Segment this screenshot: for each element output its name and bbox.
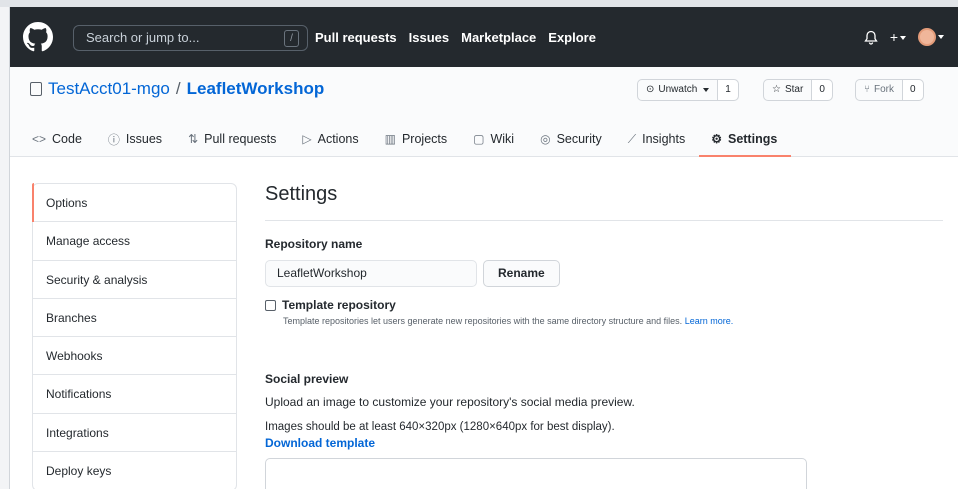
tab-security[interactable]: ◎ Security <box>540 121 614 157</box>
repository-title: TestAcct01-mgo / LeafletWorkshop <box>30 79 324 99</box>
tab-label: Insights <box>642 132 686 146</box>
template-note-text: Template repositories let users generate… <box>283 316 683 326</box>
tab-projects[interactable]: ▥ Projects <box>385 121 460 157</box>
tab-insights[interactable]: ⟋ Insights <box>628 121 698 157</box>
header-nav: Pull requests Issues Marketplace Explore <box>315 7 596 67</box>
watch-button-group: ⊙ Unwatch 1 <box>637 79 739 101</box>
tab-issues[interactable]: ⓘ Issues <box>108 121 174 157</box>
repo-path-separator: / <box>175 79 181 98</box>
template-repository-checkbox[interactable] <box>265 299 276 311</box>
nav-marketplace[interactable]: Marketplace <box>461 30 536 45</box>
window-left-bar <box>0 7 10 489</box>
template-repository-row: Template repository <box>265 298 943 312</box>
tab-pull-requests[interactable]: ⇅ Pull requests <box>188 121 288 157</box>
search-placeholder: Search or jump to... <box>86 30 200 45</box>
user-menu-button[interactable] <box>918 28 944 46</box>
tab-label: Projects <box>401 132 448 146</box>
sidebar-item-manage-access[interactable]: Manage access <box>33 222 236 261</box>
issue-icon: ⓘ <box>107 132 120 147</box>
graph-icon: ⟋ <box>627 131 637 146</box>
star-label: Star <box>784 84 804 95</box>
repository-header: TestAcct01-mgo / LeafletWorkshop ⊙ Unwat… <box>10 67 958 157</box>
nav-pull-requests[interactable]: Pull requests <box>315 30 397 45</box>
window-top-band <box>0 0 958 7</box>
sidebar-item-deploy-keys[interactable]: Deploy keys <box>33 452 236 489</box>
sidebar-item-notifications[interactable]: Notifications <box>33 375 236 414</box>
shield-icon: ◎ <box>540 132 551 146</box>
sidebar-item-security-analysis[interactable]: Security & analysis <box>33 261 236 299</box>
fork-button[interactable]: ⑂ Fork <box>856 80 902 100</box>
star-button[interactable]: ☆ Star <box>764 80 811 100</box>
search-shortcut-key: / <box>284 30 299 47</box>
code-icon: <> <box>32 132 47 146</box>
repo-name-link[interactable]: LeafletWorkshop <box>187 79 325 99</box>
star-button-group: ☆ Star 0 <box>763 79 833 101</box>
template-repository-label[interactable]: Template repository <box>282 298 396 312</box>
sidebar-item-webhooks[interactable]: Webhooks <box>33 337 236 376</box>
tab-actions[interactable]: ▷ Actions <box>302 121 370 157</box>
repository-tabs: <> Code ⓘ Issues ⇅ Pull requests ▷ Actions ▥… <box>32 121 803 157</box>
template-repository-note: Template repositories let users generate… <box>283 316 943 326</box>
repository-name-input[interactable]: LeafletWorkshop <box>265 260 477 287</box>
social-preview-image-box[interactable] <box>265 458 807 489</box>
pull-request-icon: ⇅ <box>188 132 199 146</box>
play-icon: ▷ <box>302 132 312 146</box>
tab-label: Security <box>556 132 602 146</box>
watch-count[interactable]: 1 <box>717 80 738 100</box>
fork-label: Fork <box>874 84 894 95</box>
eye-icon: ⊙ <box>646 84 655 95</box>
gear-icon: ⚙ <box>711 132 722 146</box>
nav-explore[interactable]: Explore <box>548 30 596 45</box>
global-header: Search or jump to... / Pull requests Iss… <box>10 7 958 67</box>
avatar <box>918 28 936 46</box>
settings-sidebar: Options Manage access Security & analysi… <box>32 182 237 489</box>
settings-main: Settings Repository name LeafletWorkshop… <box>265 183 943 489</box>
rename-row: LeafletWorkshop Rename <box>265 260 943 287</box>
unwatch-button[interactable]: ⊙ Unwatch <box>638 80 717 100</box>
chevron-down-icon <box>938 35 944 39</box>
book-icon: ▢ <box>473 132 485 146</box>
tab-settings[interactable]: ⚙ Settings <box>699 121 792 157</box>
tab-label: Actions <box>317 132 359 146</box>
fork-button-group: ⑂ Fork 0 <box>855 79 924 101</box>
unwatch-label: Unwatch <box>658 84 698 95</box>
plus-icon: + <box>889 29 898 45</box>
bell-icon[interactable] <box>864 30 878 45</box>
tab-label: Code <box>52 132 82 146</box>
project-icon: ▥ <box>384 132 396 146</box>
star-icon: ☆ <box>772 84 781 95</box>
tab-code[interactable]: <> Code <box>32 121 94 157</box>
github-logo-icon[interactable] <box>23 22 53 52</box>
tab-label: Settings <box>727 132 778 146</box>
chevron-down-icon <box>703 88 710 92</box>
tab-label: Issues <box>125 132 163 146</box>
header-actions: + <box>864 25 944 49</box>
repo-owner-link[interactable]: TestAcct01-mgo <box>48 79 170 99</box>
sidebar-item-options[interactable]: Options <box>32 182 236 223</box>
star-count[interactable]: 0 <box>811 80 832 100</box>
page-title: Settings <box>265 183 943 221</box>
rename-button[interactable]: Rename <box>483 260 560 287</box>
chevron-down-icon <box>900 36 906 41</box>
repository-name-label: Repository name <box>265 237 363 251</box>
social-preview-title: Social preview <box>265 372 349 386</box>
social-preview-hint: Images should be at least 640×320px (128… <box>265 421 615 433</box>
tab-wiki[interactable]: ▢ Wiki <box>473 121 526 157</box>
social-preview-description: Upload an image to customize your reposi… <box>265 395 635 409</box>
repo-icon <box>30 82 42 96</box>
fork-count[interactable]: 0 <box>902 80 923 100</box>
sidebar-item-branches[interactable]: Branches <box>33 299 236 338</box>
sidebar-item-integrations[interactable]: Integrations <box>33 414 236 453</box>
learn-more-link[interactable]: Learn more. <box>685 316 734 326</box>
fork-icon: ⑂ <box>864 84 870 95</box>
search-input[interactable]: Search or jump to... / <box>73 25 308 51</box>
tab-label: Wiki <box>490 132 515 146</box>
nav-issues[interactable]: Issues <box>409 30 449 45</box>
tab-label: Pull requests <box>204 132 277 146</box>
download-template-link[interactable]: Download template <box>265 436 943 450</box>
create-new-button[interactable]: + <box>890 29 906 45</box>
